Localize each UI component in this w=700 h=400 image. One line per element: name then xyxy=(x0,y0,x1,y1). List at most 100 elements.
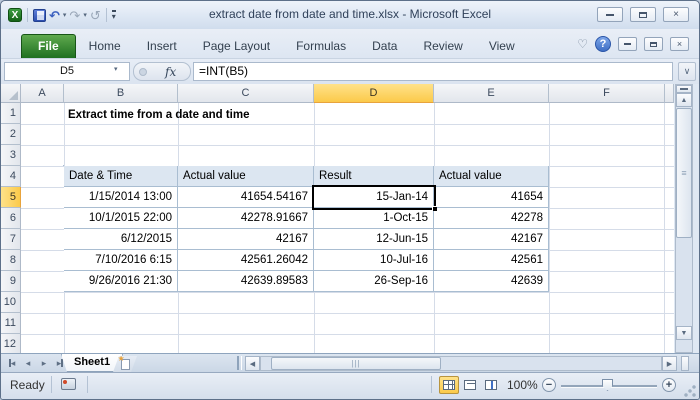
cell-area[interactable]: Extract time from a date and time Date &… xyxy=(21,103,674,353)
select-all-corner[interactable] xyxy=(1,84,21,103)
cell-C4[interactable]: Actual value xyxy=(178,166,314,187)
zoom-in-button[interactable]: + xyxy=(662,378,676,392)
namebox-resize-dot[interactable] xyxy=(139,67,147,76)
cell-D7[interactable]: 12-Jun-15 xyxy=(314,229,434,250)
column-header-C[interactable]: C xyxy=(178,84,314,103)
tab-view[interactable]: View xyxy=(476,35,528,58)
macro-record-icon[interactable] xyxy=(61,378,76,390)
undo-icon[interactable]: ↶ xyxy=(49,9,60,22)
page-break-view-button[interactable] xyxy=(481,376,501,394)
formula-input[interactable]: =INT(B5) xyxy=(193,62,673,81)
tab-split-handle[interactable] xyxy=(237,356,242,370)
expand-formula-bar-icon[interactable]: ∨ xyxy=(678,62,696,81)
zoom-level[interactable]: 100% xyxy=(507,378,538,392)
name-box[interactable]: D5 xyxy=(4,62,130,81)
cell-E4[interactable]: Actual value xyxy=(434,166,549,187)
tab-formulas[interactable]: Formulas xyxy=(283,35,359,58)
row-header-3[interactable]: 3 xyxy=(1,145,21,166)
vertical-scrollbar[interactable]: ▲ ≡ ▼ xyxy=(675,84,693,353)
sheet-tab-sheet1[interactable]: Sheet1 xyxy=(61,354,123,372)
first-sheet-button[interactable]: ◂ xyxy=(5,356,19,370)
row-header-1[interactable]: 1 xyxy=(1,103,21,124)
tab-insert[interactable]: Insert xyxy=(134,35,190,58)
scroll-left-button[interactable]: ◀ xyxy=(245,356,260,371)
horizontal-scrollbar-thumb[interactable]: ||| xyxy=(271,357,441,370)
cell-B9[interactable]: 9/26/2016 21:30 xyxy=(64,271,178,292)
workbook-close-button[interactable]: × xyxy=(670,37,689,51)
scroll-down-button[interactable]: ▼ xyxy=(676,326,692,340)
tab-home[interactable]: Home xyxy=(76,35,134,58)
row-header-6[interactable]: 6 xyxy=(1,208,21,229)
column-header-partial[interactable] xyxy=(665,84,674,103)
help-button[interactable]: ? xyxy=(595,36,611,52)
undo-dropdown-icon[interactable]: ▾ xyxy=(63,11,67,19)
cell-E7[interactable]: 42167 xyxy=(434,229,549,250)
minimize-button[interactable] xyxy=(597,7,623,22)
tab-review[interactable]: Review xyxy=(410,35,475,58)
cell-C6[interactable]: 42278.91667 xyxy=(178,208,314,229)
workbook-restore-button[interactable] xyxy=(644,37,663,51)
horizontal-scrollbar[interactable]: ||| xyxy=(260,356,662,371)
insert-function-button[interactable]: fx xyxy=(165,65,176,79)
page-layout-view-button[interactable] xyxy=(460,376,480,394)
zoom-slider-thumb[interactable] xyxy=(602,379,613,391)
cell-D9[interactable]: 26-Sep-16 xyxy=(314,271,434,292)
column-header-D[interactable]: D xyxy=(314,84,434,103)
scroll-right-button[interactable]: ▶ xyxy=(662,356,677,371)
minimize-ribbon-icon[interactable]: ♡ xyxy=(577,37,588,51)
cell-B5[interactable]: 1/15/2014 13:00 xyxy=(64,187,178,208)
column-header-F[interactable]: F xyxy=(549,84,665,103)
horizontal-split-handle[interactable] xyxy=(681,356,689,371)
redo-dropdown-icon[interactable]: ▾ xyxy=(83,11,87,19)
selected-cell-outline[interactable] xyxy=(312,185,437,211)
row-header-2[interactable]: 2 xyxy=(1,124,21,145)
next-sheet-button[interactable]: ▸ xyxy=(37,356,51,370)
repeat-icon[interactable]: ↺ xyxy=(90,9,101,22)
vertical-scrollbar-thumb[interactable]: ≡ xyxy=(676,108,692,238)
cell-B4[interactable]: Date & Time xyxy=(64,166,178,187)
cell-E8[interactable]: 42561 xyxy=(434,250,549,271)
resize-grip[interactable] xyxy=(684,385,696,397)
cell-D6[interactable]: 1-Oct-15 xyxy=(314,208,434,229)
zoom-out-button[interactable]: − xyxy=(542,378,556,392)
save-icon[interactable] xyxy=(33,8,46,22)
row-header-12[interactable]: 12 xyxy=(1,334,21,353)
column-header-B[interactable]: B xyxy=(64,84,178,103)
normal-view-button[interactable] xyxy=(439,376,459,394)
cell-B7[interactable]: 6/12/2015 xyxy=(64,229,178,250)
redo-icon[interactable]: ↷ xyxy=(69,9,80,22)
row-header-9[interactable]: 9 xyxy=(1,271,21,292)
row-header-10[interactable]: 10 xyxy=(1,292,21,313)
cell-D4[interactable]: Result xyxy=(314,166,434,187)
close-button[interactable]: × xyxy=(663,7,689,22)
cell-C9[interactable]: 42639.89583 xyxy=(178,271,314,292)
cell-E6[interactable]: 42278 xyxy=(434,208,549,229)
row-header-5[interactable]: 5 xyxy=(1,187,21,208)
cell-B8[interactable]: 7/10/2016 6:15 xyxy=(64,250,178,271)
cell-C7[interactable]: 42167 xyxy=(178,229,314,250)
column-header-A[interactable]: A xyxy=(21,84,64,103)
cell-D8[interactable]: 10-Jul-16 xyxy=(314,250,434,271)
vertical-split-handle[interactable] xyxy=(676,85,692,93)
restore-button[interactable] xyxy=(630,7,656,22)
tab-file[interactable]: File xyxy=(21,34,76,58)
tab-page-layout[interactable]: Page Layout xyxy=(190,35,283,58)
cell-E9[interactable]: 42639 xyxy=(434,271,549,292)
row-header-8[interactable]: 8 xyxy=(1,250,21,271)
cell-B6[interactable]: 10/1/2015 22:00 xyxy=(64,208,178,229)
cell-C5[interactable]: 41654.54167 xyxy=(178,187,314,208)
cell-C8[interactable]: 42561.26042 xyxy=(178,250,314,271)
row-header-4[interactable]: 4 xyxy=(1,166,21,187)
cell-E5[interactable]: 41654 xyxy=(434,187,549,208)
name-box-dropdown-icon[interactable]: ▾ xyxy=(114,65,118,73)
row-header-7[interactable]: 7 xyxy=(1,229,21,250)
tab-data[interactable]: Data xyxy=(359,35,410,58)
fill-handle[interactable] xyxy=(432,206,437,211)
scroll-up-button[interactable]: ▲ xyxy=(676,93,692,107)
customize-quick-access-icon[interactable]: ▾ xyxy=(111,9,116,21)
previous-sheet-button[interactable]: ◂ xyxy=(21,356,35,370)
workbook-minimize-button[interactable] xyxy=(618,37,637,51)
row-header-11[interactable]: 11 xyxy=(1,313,21,334)
excel-logo-icon[interactable]: X xyxy=(8,8,22,22)
column-header-E[interactable]: E xyxy=(434,84,549,103)
